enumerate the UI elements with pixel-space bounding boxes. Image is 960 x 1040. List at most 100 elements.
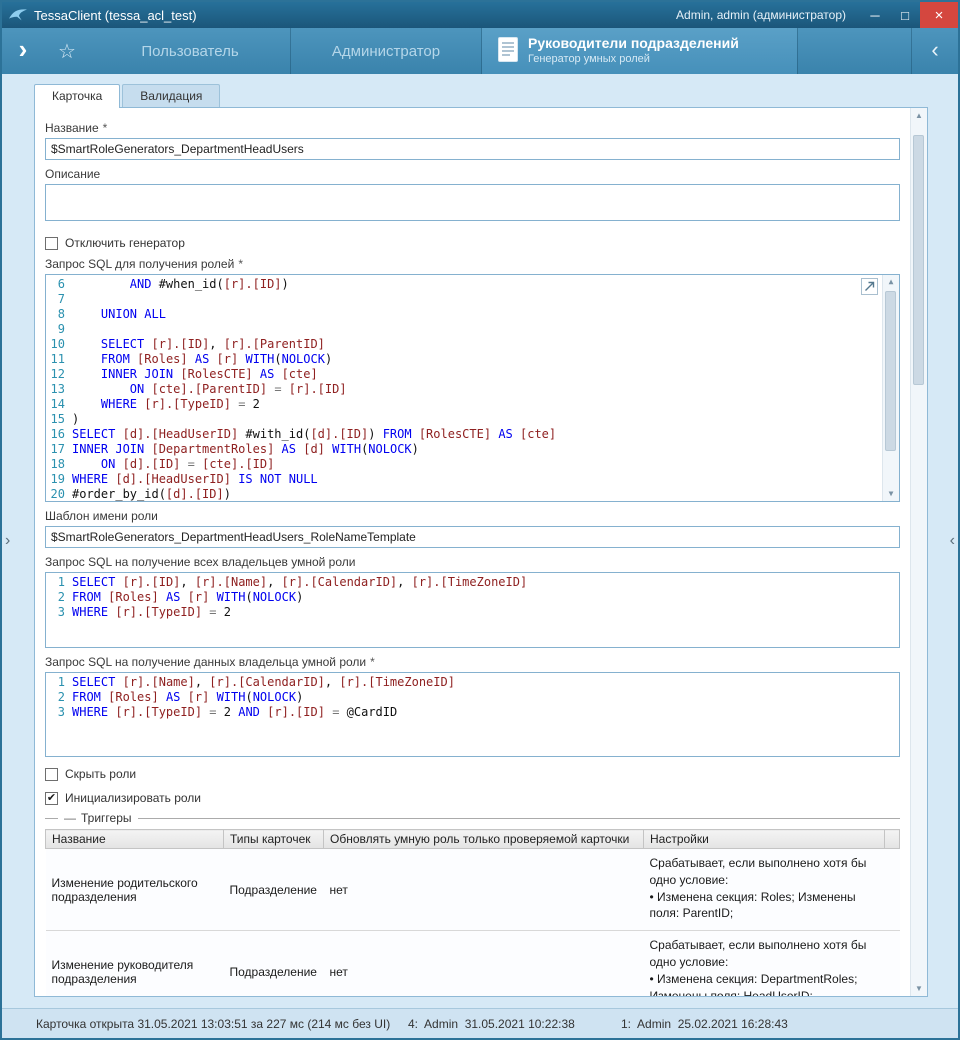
right-panel-expander[interactable]: ‹ bbox=[950, 533, 955, 549]
name-input[interactable] bbox=[45, 138, 900, 160]
sql-line: 16SELECT [d].[HeadUserID] #with_id([d].[… bbox=[46, 427, 882, 442]
card-panel: Название* Описание Отключить генератор З… bbox=[34, 107, 928, 997]
scrollbar-thumb[interactable] bbox=[913, 135, 924, 385]
scrollbar-thumb[interactable] bbox=[885, 291, 896, 451]
line-number: 16 bbox=[46, 427, 72, 442]
col-header-update-only[interactable]: Обновлять умную роль только проверяемой … bbox=[324, 830, 644, 849]
sql-line: 7 bbox=[46, 292, 882, 307]
active-tab-subtitle: Генератор умных ролей bbox=[528, 53, 739, 67]
left-panel-expander[interactable]: › bbox=[5, 533, 10, 549]
hide-roles-checkbox[interactable] bbox=[45, 768, 58, 781]
line-number: 7 bbox=[46, 292, 72, 307]
sql-code: AND #when_id([r].[ID]) bbox=[72, 277, 289, 292]
triggers-table: Название Типы карточек Обновлять умную р… bbox=[45, 829, 900, 996]
scrollbar-track[interactable] bbox=[911, 123, 927, 981]
close-button[interactable]: × bbox=[920, 2, 958, 28]
table-row[interactable]: Изменение руководителя подразделенияПодр… bbox=[46, 931, 900, 996]
sql-line: 3WHERE [r].[TypeID] = 2 bbox=[46, 605, 899, 620]
sql-text[interactable]: 1SELECT [r].[Name], [r].[CalendarID], [r… bbox=[46, 673, 899, 756]
scroll-down-icon[interactable]: ▼ bbox=[883, 487, 899, 501]
sql-line: 2FROM [Roles] AS [r] WITH(NOLOCK) bbox=[46, 590, 899, 605]
owners-sql-editor[interactable]: 1SELECT [r].[ID], [r].[Name], [r].[Calen… bbox=[45, 572, 900, 648]
current-user-label: Admin, admin (администратор) bbox=[676, 8, 846, 22]
line-number: 19 bbox=[46, 472, 72, 487]
collapse-group-icon[interactable]: — bbox=[64, 811, 76, 825]
owner-data-sql-editor[interactable]: 1SELECT [r].[Name], [r].[CalendarID], [r… bbox=[45, 672, 900, 757]
nav-collapse-chevron-icon[interactable]: ‹ bbox=[912, 28, 958, 74]
nav-tab-admin[interactable]: Администратор bbox=[291, 28, 481, 74]
status-created-info: 1: Admin 25.02.2021 16:28:43 bbox=[621, 1017, 788, 1031]
sql-line: 11 FROM [Roles] AS [r] WITH(NOLOCK) bbox=[46, 352, 882, 367]
sql-code: INNER JOIN [DepartmentRoles] AS [d] WITH… bbox=[72, 442, 419, 457]
table-row[interactable]: Изменение родительского подразделенияПод… bbox=[46, 849, 900, 931]
cell-stub bbox=[885, 849, 900, 931]
init-roles-row[interactable]: ✔ Инициализировать роли bbox=[45, 791, 900, 805]
required-marker: * bbox=[238, 257, 243, 271]
sql-code: #order_by_id([d].[ID]) bbox=[72, 487, 231, 501]
minimize-button[interactable]: ─ bbox=[860, 2, 890, 28]
sql-code: FROM [Roles] AS [r] WITH(NOLOCK) bbox=[72, 352, 332, 367]
active-tab-title: Руководители подразделений bbox=[528, 35, 739, 53]
init-roles-label: Инициализировать роли bbox=[65, 791, 201, 805]
name-label: Название* bbox=[45, 121, 900, 135]
col-header-settings[interactable]: Настройки bbox=[644, 830, 885, 849]
role-name-template-input[interactable] bbox=[45, 526, 900, 548]
sql-line: 6 AND #when_id([r].[ID]) bbox=[46, 277, 882, 292]
line-number: 3 bbox=[46, 605, 72, 620]
scroll-up-icon[interactable]: ▲ bbox=[883, 275, 899, 289]
hide-roles-row[interactable]: Скрыть роли bbox=[45, 767, 900, 781]
editor-vertical-scrollbar[interactable]: ▲ ▼ bbox=[882, 275, 899, 501]
navbar: › ☆ Пользователь Администратор Руководит… bbox=[2, 28, 958, 74]
sql-text[interactable]: 1SELECT [r].[ID], [r].[Name], [r].[Calen… bbox=[46, 573, 899, 647]
line-number: 1 bbox=[46, 575, 72, 590]
triggers-group-legend: — Триггеры bbox=[58, 811, 138, 825]
app-window: TessaClient (tessa_acl_test) Admin, admi… bbox=[0, 0, 960, 1040]
app-logo-icon bbox=[9, 8, 27, 22]
line-number: 11 bbox=[46, 352, 72, 367]
tab-card[interactable]: Карточка bbox=[34, 84, 120, 108]
nav-tab-smart-role-generator[interactable]: Руководители подразделений Генератор умн… bbox=[482, 28, 797, 74]
content-area: › ‹ Карточка Валидация Название* Описани… bbox=[2, 74, 958, 1008]
card-vertical-scrollbar[interactable]: ▲ ▼ bbox=[910, 108, 927, 996]
maximize-button[interactable]: □ bbox=[890, 2, 920, 28]
col-header-card-types[interactable]: Типы карточек bbox=[224, 830, 324, 849]
sql-line: 12 INNER JOIN [RolesCTE] AS [cte] bbox=[46, 367, 882, 382]
sql-code: ON [d].[ID] = [cte].[ID] bbox=[72, 457, 274, 472]
sql-code: ON [cte].[ParentID] = [r].[ID] bbox=[72, 382, 347, 397]
line-number: 2 bbox=[46, 590, 72, 605]
line-number: 6 bbox=[46, 277, 72, 292]
nav-forward-chevron-icon[interactable]: › bbox=[2, 28, 44, 74]
line-number: 14 bbox=[46, 397, 72, 412]
window-title: TessaClient (tessa_acl_test) bbox=[34, 8, 197, 23]
sql-code: SELECT [r].[ID], [r].[Name], [r].[Calend… bbox=[72, 575, 527, 590]
favorites-star-icon[interactable]: ☆ bbox=[44, 28, 90, 74]
roles-sql-label: Запрос SQL для получения ролей* bbox=[45, 257, 900, 271]
col-header-stub bbox=[885, 830, 900, 849]
status-open-info: Карточка открыта 31.05.2021 13:03:51 за … bbox=[36, 1017, 408, 1031]
nav-tab-user[interactable]: Пользователь bbox=[90, 28, 290, 74]
disable-generator-checkbox[interactable] bbox=[45, 237, 58, 250]
sql-code: WHERE [r].[TypeID] = 2 bbox=[72, 605, 231, 620]
description-input[interactable] bbox=[45, 184, 900, 221]
init-roles-checkbox[interactable]: ✔ bbox=[45, 792, 58, 805]
roles-sql-editor[interactable]: 6 AND #when_id([r].[ID])78 UNION ALL910 … bbox=[45, 274, 900, 502]
cell-update-only: нет bbox=[324, 931, 644, 996]
scroll-up-icon[interactable]: ▲ bbox=[911, 108, 927, 123]
card-body: Название* Описание Отключить генератор З… bbox=[35, 108, 910, 996]
col-header-name[interactable]: Название bbox=[46, 830, 224, 849]
scrollbar-track[interactable] bbox=[883, 289, 899, 487]
required-marker: * bbox=[103, 121, 108, 135]
sql-line: 19WHERE [d].[HeadUserID] IS NOT NULL bbox=[46, 472, 882, 487]
sql-text[interactable]: 6 AND #when_id([r].[ID])78 UNION ALL910 … bbox=[46, 275, 882, 501]
sql-code: INNER JOIN [RolesCTE] AS [cte] bbox=[72, 367, 318, 382]
tab-validation[interactable]: Валидация bbox=[122, 84, 220, 107]
expand-editor-button[interactable] bbox=[861, 278, 878, 295]
disable-generator-row[interactable]: Отключить генератор bbox=[45, 236, 900, 250]
sql-code: FROM [Roles] AS [r] WITH(NOLOCK) bbox=[72, 590, 303, 605]
role-name-template-label: Шаблон имени роли bbox=[45, 509, 900, 523]
cell-card-types: Подразделение bbox=[224, 931, 324, 996]
sql-code: UNION ALL bbox=[72, 307, 166, 322]
scroll-down-icon[interactable]: ▼ bbox=[911, 981, 927, 996]
cell-stub bbox=[885, 931, 900, 996]
cell-trigger-name: Изменение родительского подразделения bbox=[46, 849, 224, 931]
